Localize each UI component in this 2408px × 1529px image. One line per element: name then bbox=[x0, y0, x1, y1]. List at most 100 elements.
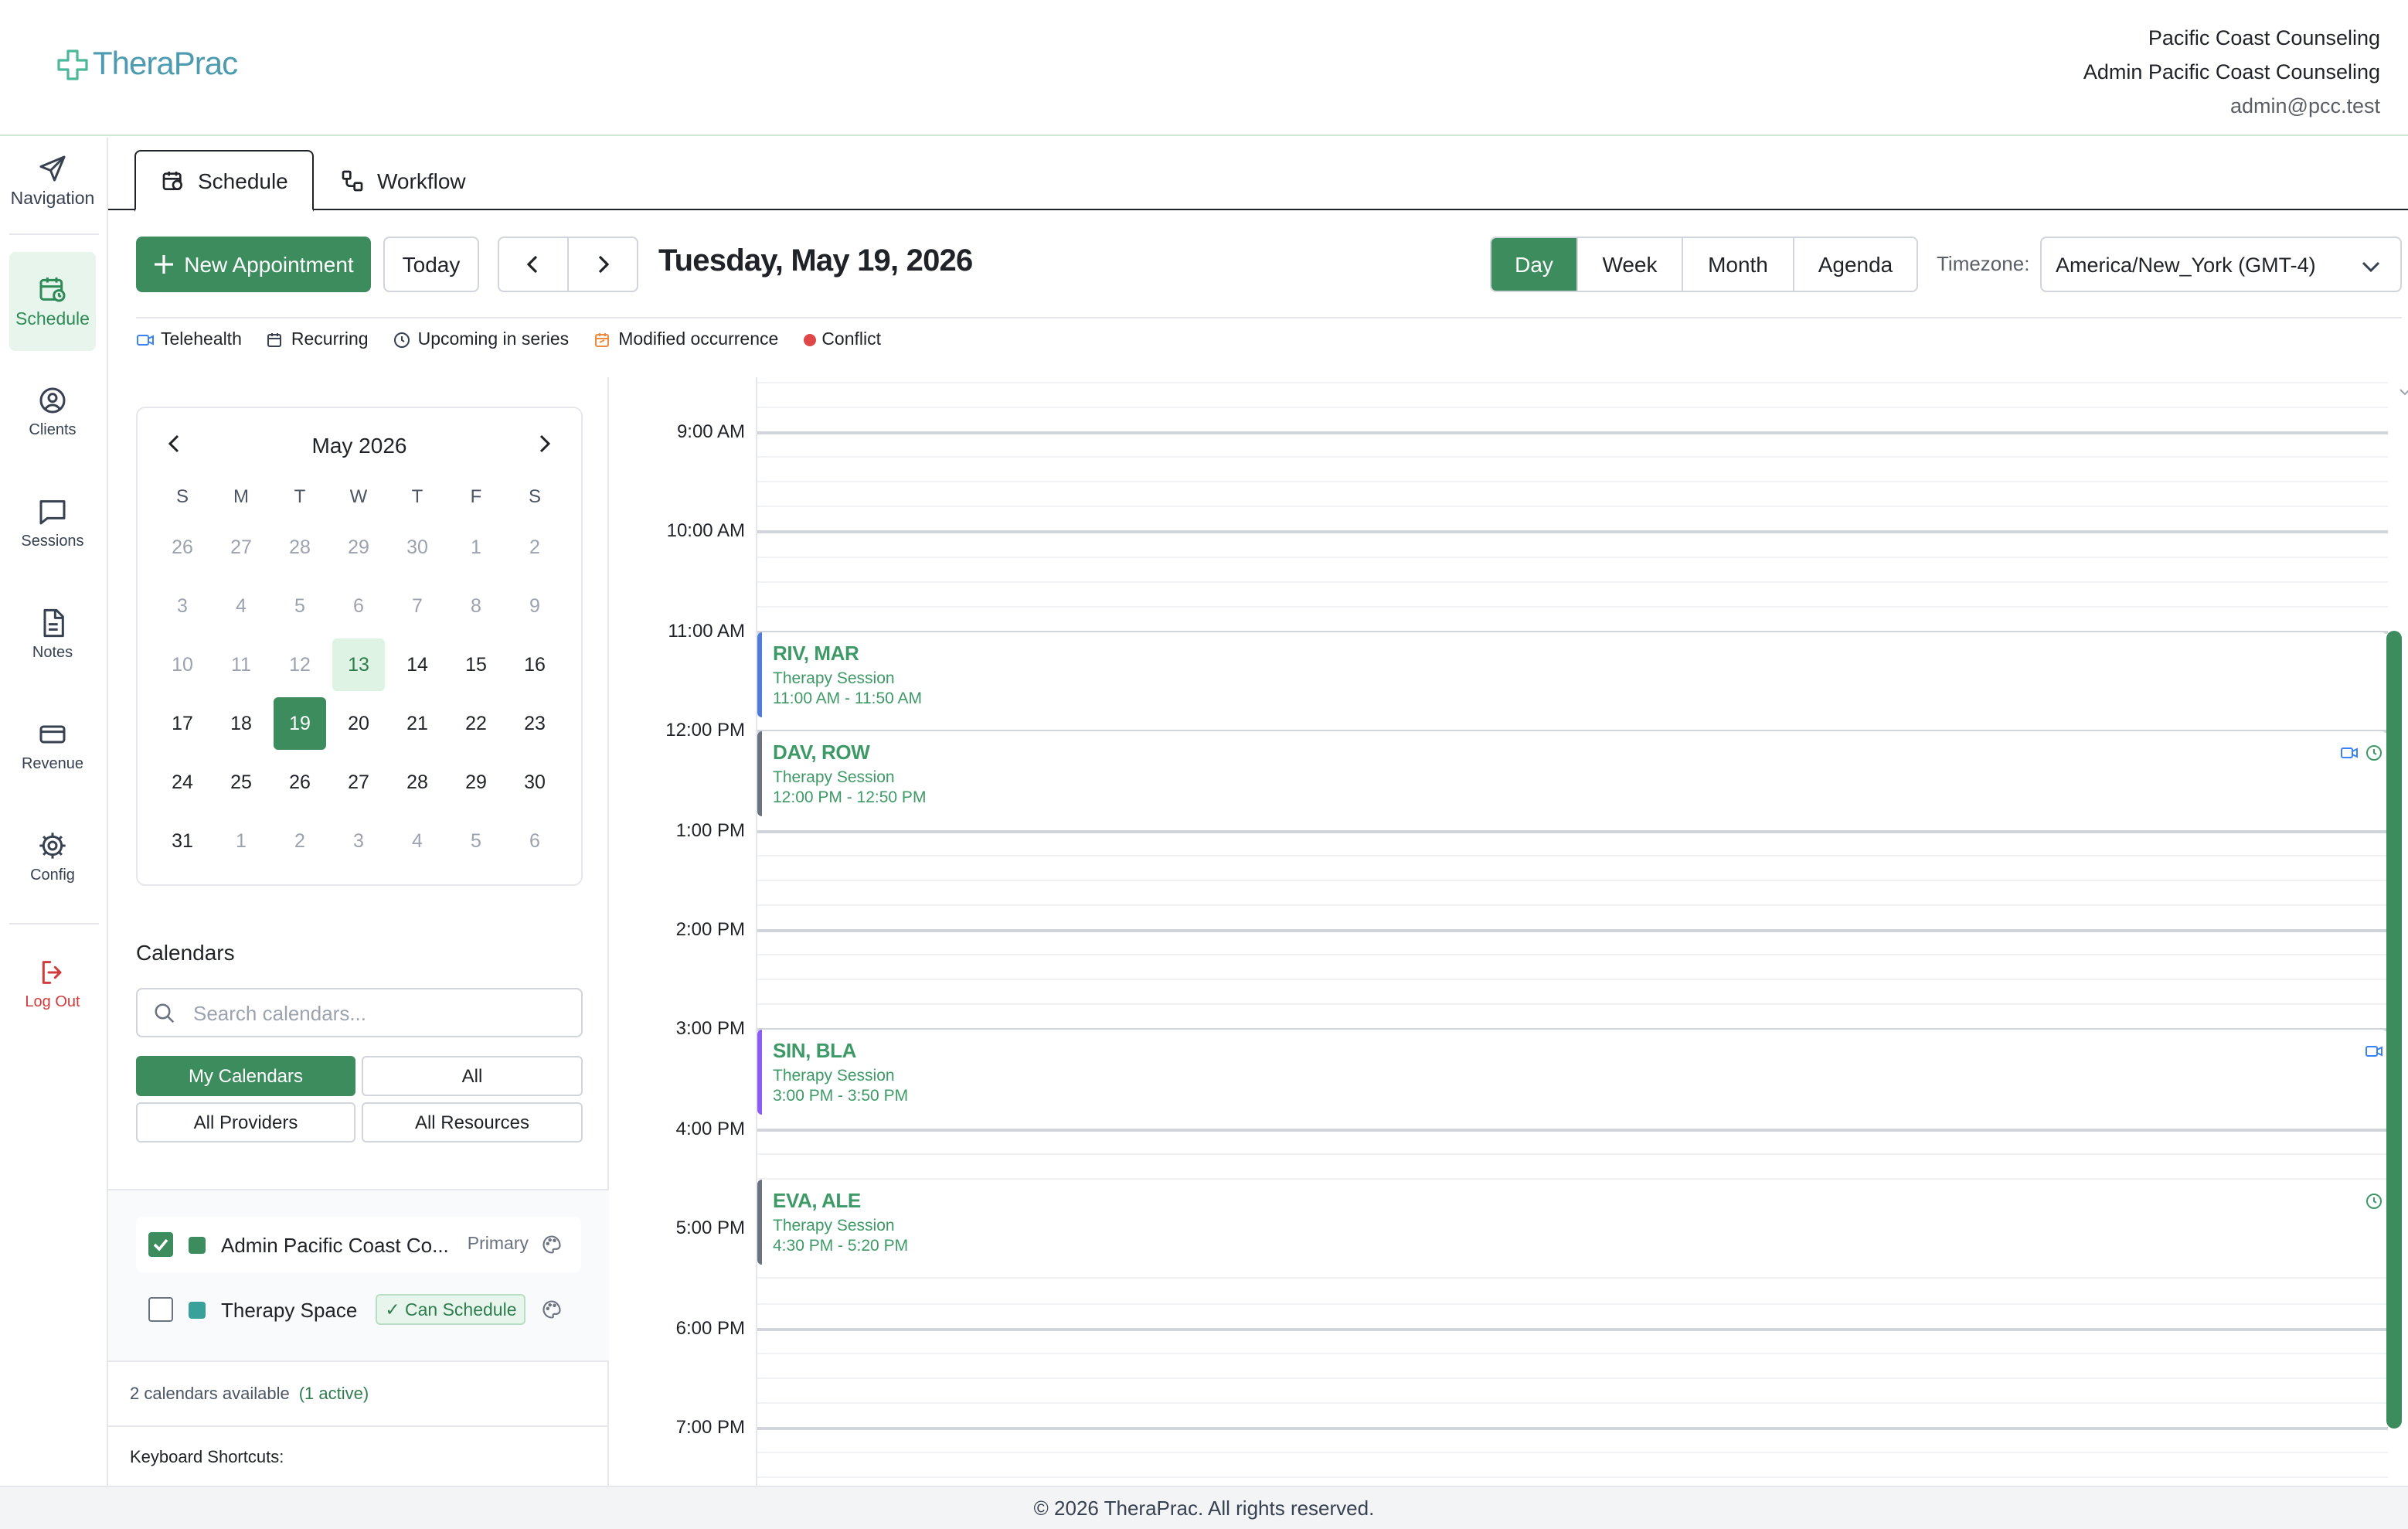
calendar-day[interactable]: 28 bbox=[391, 756, 444, 809]
sidebar-item-schedule[interactable]: Schedule bbox=[9, 252, 96, 351]
calendar-day[interactable]: 3 bbox=[332, 815, 385, 867]
calendar-day[interactable]: 28 bbox=[274, 521, 326, 574]
calendar-checkbox[interactable] bbox=[148, 1232, 173, 1257]
view-month-button[interactable]: Month bbox=[1683, 238, 1794, 291]
today-button[interactable]: Today bbox=[383, 237, 479, 292]
calendar-day[interactable]: 26 bbox=[156, 521, 209, 574]
sidebar-item-revenue[interactable]: Revenue bbox=[9, 719, 96, 787]
calendar-day[interactable]: 14 bbox=[391, 639, 444, 691]
calendar-day[interactable]: 24 bbox=[156, 756, 209, 809]
calendar-day[interactable]: 16 bbox=[508, 639, 561, 691]
event-type: Therapy Session bbox=[773, 768, 895, 787]
search-placeholder: Search calendars... bbox=[193, 1001, 367, 1024]
app-logo[interactable]: TheraPrac bbox=[56, 46, 238, 83]
filter-all-resources-button[interactable]: All Resources bbox=[362, 1102, 583, 1142]
chevron-down-icon[interactable] bbox=[2399, 387, 2408, 399]
new-appointment-button[interactable]: New Appointment bbox=[136, 237, 371, 292]
prev-day-button[interactable] bbox=[498, 237, 569, 292]
next-day-button[interactable] bbox=[567, 237, 638, 292]
calendar-day[interactable]: 26 bbox=[274, 756, 326, 809]
filter-all-button[interactable]: All bbox=[362, 1056, 583, 1096]
quarter-gridline bbox=[757, 1452, 2388, 1454]
calendar-active-count: (1 active) bbox=[298, 1385, 369, 1404]
timezone-value: America/New_York (GMT-4) bbox=[2056, 253, 2316, 276]
calendar-day[interactable]: 13 bbox=[332, 639, 385, 691]
timezone-select[interactable]: America/New_York (GMT-4) bbox=[2040, 237, 2402, 292]
calendar-day[interactable]: 2 bbox=[508, 521, 561, 574]
sidebar-item-config[interactable]: Config bbox=[9, 830, 96, 898]
calendar-item[interactable]: Admin Pacific Coast Co... Primary bbox=[136, 1217, 581, 1272]
calendar-day[interactable]: 1 bbox=[215, 815, 267, 867]
sidebar-item-clients[interactable]: Clients bbox=[9, 385, 96, 453]
calendar-day[interactable]: 31 bbox=[156, 815, 209, 867]
chevron-right-icon[interactable] bbox=[535, 434, 553, 453]
calendar-day[interactable]: 8 bbox=[450, 580, 502, 632]
calendar-day[interactable]: 15 bbox=[450, 639, 502, 691]
quarter-gridline bbox=[757, 879, 2388, 881]
tab-schedule[interactable]: Schedule bbox=[134, 150, 315, 212]
quarter-gridline bbox=[757, 854, 2388, 856]
sidebar-item-sessions[interactable]: Sessions bbox=[9, 496, 96, 564]
sidebar-item-logout[interactable]: Log Out bbox=[9, 957, 96, 1025]
calendar-day[interactable]: 6 bbox=[332, 580, 385, 632]
hour-label: 12:00 PM bbox=[665, 719, 745, 741]
calendar-checkbox[interactable] bbox=[148, 1297, 173, 1322]
appointment-event[interactable]: DAV, ROW Therapy Session 12:00 PM - 12:5… bbox=[757, 731, 2386, 816]
filter-all-providers-button[interactable]: All Providers bbox=[136, 1102, 355, 1142]
calendar-day[interactable]: 3 bbox=[156, 580, 209, 632]
grid-scrollbar[interactable] bbox=[2386, 631, 2402, 1429]
appointment-event[interactable]: RIV, MAR Therapy Session 11:00 AM - 11:5… bbox=[757, 632, 2386, 717]
event-client: DAV, ROW bbox=[773, 741, 870, 764]
view-week-button[interactable]: Week bbox=[1578, 238, 1683, 291]
calendar-day[interactable]: 9 bbox=[508, 580, 561, 632]
calendar-day[interactable]: 5 bbox=[450, 815, 502, 867]
palette-icon[interactable] bbox=[541, 1234, 563, 1255]
calendar-day[interactable]: 10 bbox=[156, 639, 209, 691]
appointment-event[interactable]: EVA, ALE Therapy Session 4:30 PM - 5:20 … bbox=[757, 1180, 2386, 1265]
calendar-day[interactable]: 22 bbox=[450, 697, 502, 750]
calendar-day[interactable]: 2 bbox=[274, 815, 326, 867]
plus-icon bbox=[155, 255, 174, 274]
sidebar-item-navigation[interactable]: Navigation bbox=[9, 153, 96, 221]
calendar-day[interactable]: 11 bbox=[215, 639, 267, 691]
calendar-day[interactable]: 5 bbox=[274, 580, 326, 632]
recurring-icon bbox=[267, 333, 282, 347]
event-icons bbox=[2365, 1042, 2383, 1061]
view-day-button[interactable]: Day bbox=[1491, 238, 1578, 291]
calendar-day[interactable]: 18 bbox=[215, 697, 267, 750]
calendar-search-input[interactable]: Search calendars... bbox=[136, 988, 583, 1037]
calendar-day[interactable]: 12 bbox=[274, 639, 326, 691]
weekday-header: W bbox=[349, 485, 368, 507]
calendar-day[interactable]: 27 bbox=[215, 521, 267, 574]
appointment-event[interactable]: SIN, BLA Therapy Session 3:00 PM - 3:50 … bbox=[757, 1030, 2386, 1115]
calendar-name: Therapy Space bbox=[221, 1298, 358, 1321]
video-icon bbox=[2365, 1046, 2382, 1057]
conflict-dot-icon bbox=[803, 334, 816, 346]
calendar-day[interactable]: 19 bbox=[274, 697, 326, 750]
calendar-day[interactable]: 7 bbox=[391, 580, 444, 632]
sidebar-item-notes[interactable]: Notes bbox=[9, 608, 96, 676]
calendar-day[interactable]: 21 bbox=[391, 697, 444, 750]
palette-icon[interactable] bbox=[541, 1299, 563, 1320]
tab-workflow[interactable]: Workflow bbox=[315, 150, 491, 210]
calendar-day[interactable]: 1 bbox=[450, 521, 502, 574]
calendar-day[interactable]: 30 bbox=[391, 521, 444, 574]
calendar-day[interactable]: 25 bbox=[215, 756, 267, 809]
calendar-day[interactable]: 29 bbox=[332, 521, 385, 574]
search-icon bbox=[155, 1003, 175, 1023]
hour-gridline bbox=[757, 1427, 2388, 1430]
event-legend: Telehealth Recurring Upcoming in series … bbox=[136, 331, 881, 349]
calendar-day[interactable]: 23 bbox=[508, 697, 561, 750]
calendar-day[interactable]: 4 bbox=[215, 580, 267, 632]
quarter-gridline bbox=[757, 506, 2388, 508]
view-agenda-button[interactable]: Agenda bbox=[1794, 238, 1917, 291]
filter-my-calendars-button[interactable]: My Calendars bbox=[136, 1056, 355, 1096]
calendar-day[interactable]: 20 bbox=[332, 697, 385, 750]
calendar-day[interactable]: 27 bbox=[332, 756, 385, 809]
calendar-item[interactable]: Therapy Space ✓ Can Schedule bbox=[136, 1282, 581, 1337]
calendar-day[interactable]: 29 bbox=[450, 756, 502, 809]
calendar-day[interactable]: 6 bbox=[508, 815, 561, 867]
calendar-day[interactable]: 17 bbox=[156, 697, 209, 750]
calendar-day[interactable]: 4 bbox=[391, 815, 444, 867]
calendar-day[interactable]: 30 bbox=[508, 756, 561, 809]
